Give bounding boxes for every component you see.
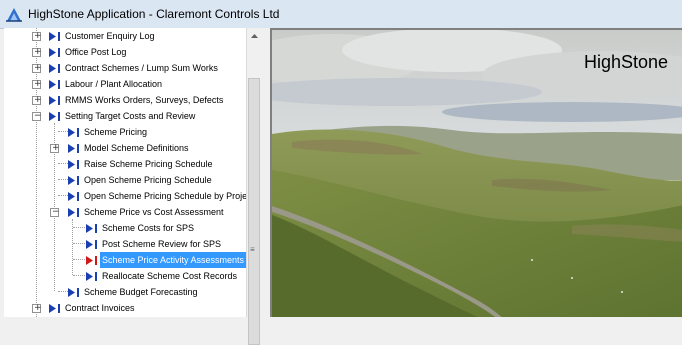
tree-item-label: Model Scheme Definitions bbox=[84, 143, 189, 153]
expand-icon[interactable]: + bbox=[32, 95, 42, 105]
expand-icon[interactable]: + bbox=[50, 143, 60, 153]
tree-item-label: Scheme Pricing bbox=[84, 127, 148, 137]
tree-item-label: Office Post Log bbox=[65, 47, 127, 57]
node-arrow-icon bbox=[86, 272, 97, 281]
tree-item-post-scheme-review-for-sps[interactable]: Post Scheme Review for SPS bbox=[4, 236, 246, 252]
node-arrow-icon bbox=[49, 112, 60, 121]
tree-item-reallocate-scheme-cost-records[interactable]: Reallocate Scheme Cost Records bbox=[4, 268, 246, 284]
node-arrow-icon bbox=[49, 32, 60, 41]
tree-item-model-scheme-definitions[interactable]: + Model Scheme Definitions bbox=[4, 140, 246, 156]
window-title: HighStone Application - Claremont Contro… bbox=[28, 7, 280, 21]
tree-item-label: Labour / Plant Allocation bbox=[65, 79, 163, 89]
tree-item-label-selected: Scheme Price Activity Assessments bbox=[100, 252, 247, 268]
node-arrow-icon bbox=[86, 240, 97, 249]
tree-scrollbar[interactable]: ≡ bbox=[246, 28, 262, 345]
tree-item-label: Open Scheme Pricing Schedule bbox=[84, 175, 212, 185]
node-arrow-icon bbox=[68, 208, 79, 217]
tree-item-open-scheme-pricing-schedule-by-project[interactable]: Open Scheme Pricing Schedule by Project bbox=[4, 188, 254, 204]
scrollbar-thumb[interactable] bbox=[248, 78, 260, 345]
scroll-up-arrow-icon[interactable] bbox=[247, 28, 262, 44]
tree-item-label: RMMS Works Orders, Surveys, Defects bbox=[65, 95, 224, 105]
tree-item-label: Reallocate Scheme Cost Records bbox=[102, 271, 238, 281]
tree-item-scheme-costs-for-sps[interactable]: Scheme Costs for SPS bbox=[4, 220, 246, 236]
tree-item-label: Raise Scheme Pricing Schedule bbox=[84, 159, 213, 169]
node-arrow-icon bbox=[86, 224, 97, 233]
scrollbar-grip-icon: ≡ bbox=[250, 245, 255, 254]
panel-splitter[interactable] bbox=[262, 28, 270, 317]
tree-item-label: Scheme Budget Forecasting bbox=[84, 287, 198, 297]
tree-item-rmms-works-orders[interactable]: + RMMS Works Orders, Surveys, Defects bbox=[4, 92, 246, 108]
tree-item-label: Setting Target Costs and Review bbox=[65, 111, 196, 121]
title-bar: HighStone Application - Claremont Contro… bbox=[0, 0, 682, 29]
node-arrow-icon bbox=[68, 144, 79, 153]
collapse-icon[interactable]: − bbox=[50, 207, 60, 217]
node-arrow-icon bbox=[49, 304, 60, 313]
node-arrow-icon bbox=[49, 96, 60, 105]
expand-icon[interactable]: + bbox=[32, 47, 42, 57]
tree-item-scheme-budget-forecasting[interactable]: Scheme Budget Forecasting bbox=[4, 284, 246, 300]
node-arrow-icon bbox=[68, 288, 79, 297]
tree-item-scheme-price-vs-cost-assessment[interactable]: − Scheme Price vs Cost Assessment bbox=[4, 204, 246, 220]
tree-item-raise-scheme-pricing-schedule[interactable]: Raise Scheme Pricing Schedule bbox=[4, 156, 246, 172]
node-arrow-icon bbox=[68, 176, 79, 185]
node-arrow-icon bbox=[49, 64, 60, 73]
node-arrow-icon bbox=[68, 160, 79, 169]
tree-item-contract-schemes[interactable]: + Contract Schemes / Lump Sum Works bbox=[4, 60, 246, 76]
tree-item-scheme-price-activity-assessments[interactable]: Scheme Price Activity Assessments bbox=[4, 252, 247, 268]
navigation-tree[interactable]: + Customer Enquiry Log + Office Post Log… bbox=[4, 28, 262, 317]
tree-item-label: Contract Schemes / Lump Sum Works bbox=[65, 63, 218, 73]
tree-item-contract-invoices[interactable]: + Contract Invoices bbox=[4, 300, 246, 316]
tree-item-label: Scheme Costs for SPS bbox=[102, 223, 195, 233]
landscape-image bbox=[272, 30, 682, 317]
brand-text: HighStone bbox=[584, 52, 669, 72]
expand-icon[interactable]: + bbox=[32, 303, 42, 313]
tree-item-setting-target-costs[interactable]: − Setting Target Costs and Review bbox=[4, 108, 246, 124]
expand-icon[interactable]: + bbox=[32, 31, 42, 41]
tree-item-office-post-log[interactable]: + Office Post Log bbox=[4, 44, 246, 60]
tree-item-label: Post Scheme Review for SPS bbox=[102, 239, 222, 249]
tree-item-label: Contract Invoices bbox=[65, 303, 135, 313]
banner-image: HighStone bbox=[270, 28, 682, 317]
node-arrow-icon bbox=[49, 48, 60, 57]
tree-item-label: Customer Enquiry Log bbox=[65, 31, 155, 41]
tree-item-label: Scheme Price vs Cost Assessment bbox=[84, 207, 224, 217]
node-arrow-icon bbox=[49, 80, 60, 89]
node-arrow-active-icon bbox=[86, 256, 97, 265]
tree-item-open-scheme-pricing-schedule[interactable]: Open Scheme Pricing Schedule bbox=[4, 172, 246, 188]
node-arrow-icon bbox=[68, 128, 79, 137]
tree-item-customer-enquiry-log[interactable]: + Customer Enquiry Log bbox=[4, 28, 246, 44]
app-icon bbox=[6, 8, 22, 22]
tree-item-labour-plant-allocation[interactable]: + Labour / Plant Allocation bbox=[4, 76, 246, 92]
node-arrow-icon bbox=[68, 192, 79, 201]
expand-icon[interactable]: + bbox=[32, 63, 42, 73]
collapse-icon[interactable]: − bbox=[32, 111, 42, 121]
tree-item-label: Open Scheme Pricing Schedule by Project bbox=[84, 191, 255, 201]
expand-icon[interactable]: + bbox=[32, 79, 42, 89]
tree-item-scheme-pricing[interactable]: Scheme Pricing bbox=[4, 124, 246, 140]
